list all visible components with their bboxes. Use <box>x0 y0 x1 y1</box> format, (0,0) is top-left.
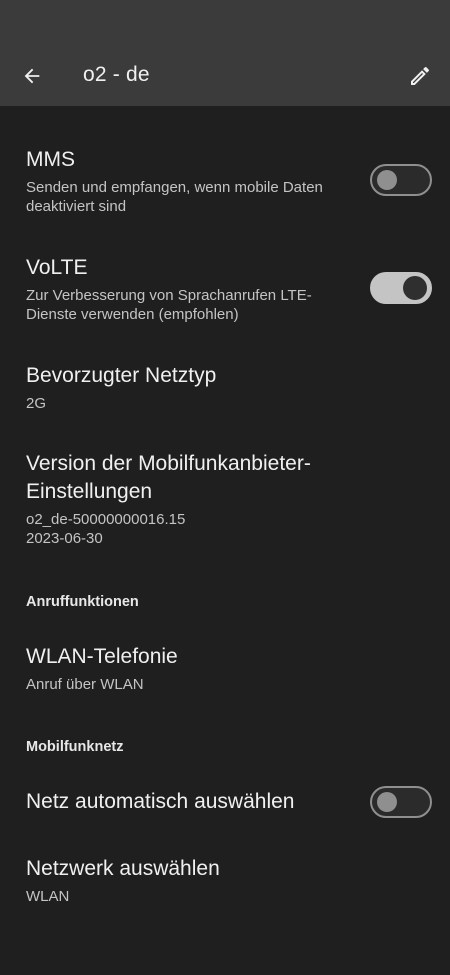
network-type-setting[interactable]: Bevorzugter Netztyp 2G <box>26 362 432 413</box>
network-type-title: Bevorzugter Netztyp <box>26 364 217 387</box>
toggle-thumb <box>403 276 427 300</box>
arrow-back-icon <box>24 68 40 84</box>
network-type-summary: 2G <box>26 395 47 412</box>
carrier-version-number: o2_de-50000000016.15 <box>26 511 186 528</box>
mms-summary: Senden und empfangen, wenn mobile Daten … <box>26 179 323 215</box>
select-network-title: Netzwerk auswählen <box>26 857 220 880</box>
auto-network-setting[interactable]: Netz automatisch auswählen <box>26 788 340 816</box>
status-bar <box>0 0 450 46</box>
edit-button[interactable] <box>402 58 438 94</box>
volte-toggle[interactable] <box>370 272 432 304</box>
app-bar: o2 - de <box>0 46 450 106</box>
select-network-summary: WLAN <box>26 888 70 905</box>
wifi-calling-title: WLAN-Telefonie <box>26 645 178 668</box>
toggle-thumb <box>377 792 397 812</box>
mms-title: MMS <box>26 148 75 171</box>
mms-toggle[interactable] <box>370 164 432 196</box>
back-button[interactable] <box>14 58 50 94</box>
auto-network-title: Netz automatisch auswählen <box>26 790 295 813</box>
select-network-setting[interactable]: Netzwerk auswählen WLAN <box>26 855 432 906</box>
wifi-calling-summary: Anruf über WLAN <box>26 676 144 693</box>
volte-setting[interactable]: VoLTE Zur Verbesserung von Sprachanrufen… <box>26 254 320 324</box>
section-header-mobile-network: Mobilfunknetz <box>26 739 124 755</box>
volte-title: VoLTE <box>26 256 88 279</box>
wifi-calling-setting[interactable]: WLAN-Telefonie Anruf über WLAN <box>26 643 432 694</box>
volte-summary: Zur Verbesserung von Sprachanrufen LTE-D… <box>26 287 312 323</box>
section-header-call-features: Anruffunktionen <box>26 594 139 610</box>
carrier-version-setting[interactable]: Version der Mobilfunkanbieter-Einstellun… <box>26 450 432 548</box>
mms-setting[interactable]: MMS Senden und empfangen, wenn mobile Da… <box>26 146 340 216</box>
pencil-icon <box>411 66 430 85</box>
toggle-thumb <box>377 170 397 190</box>
page-title: o2 - de <box>83 63 150 86</box>
carrier-version-title: Version der Mobilfunkanbieter-Einstellun… <box>26 452 311 503</box>
carrier-version-date: 2023-06-30 <box>26 530 103 547</box>
auto-network-toggle[interactable] <box>370 786 432 818</box>
